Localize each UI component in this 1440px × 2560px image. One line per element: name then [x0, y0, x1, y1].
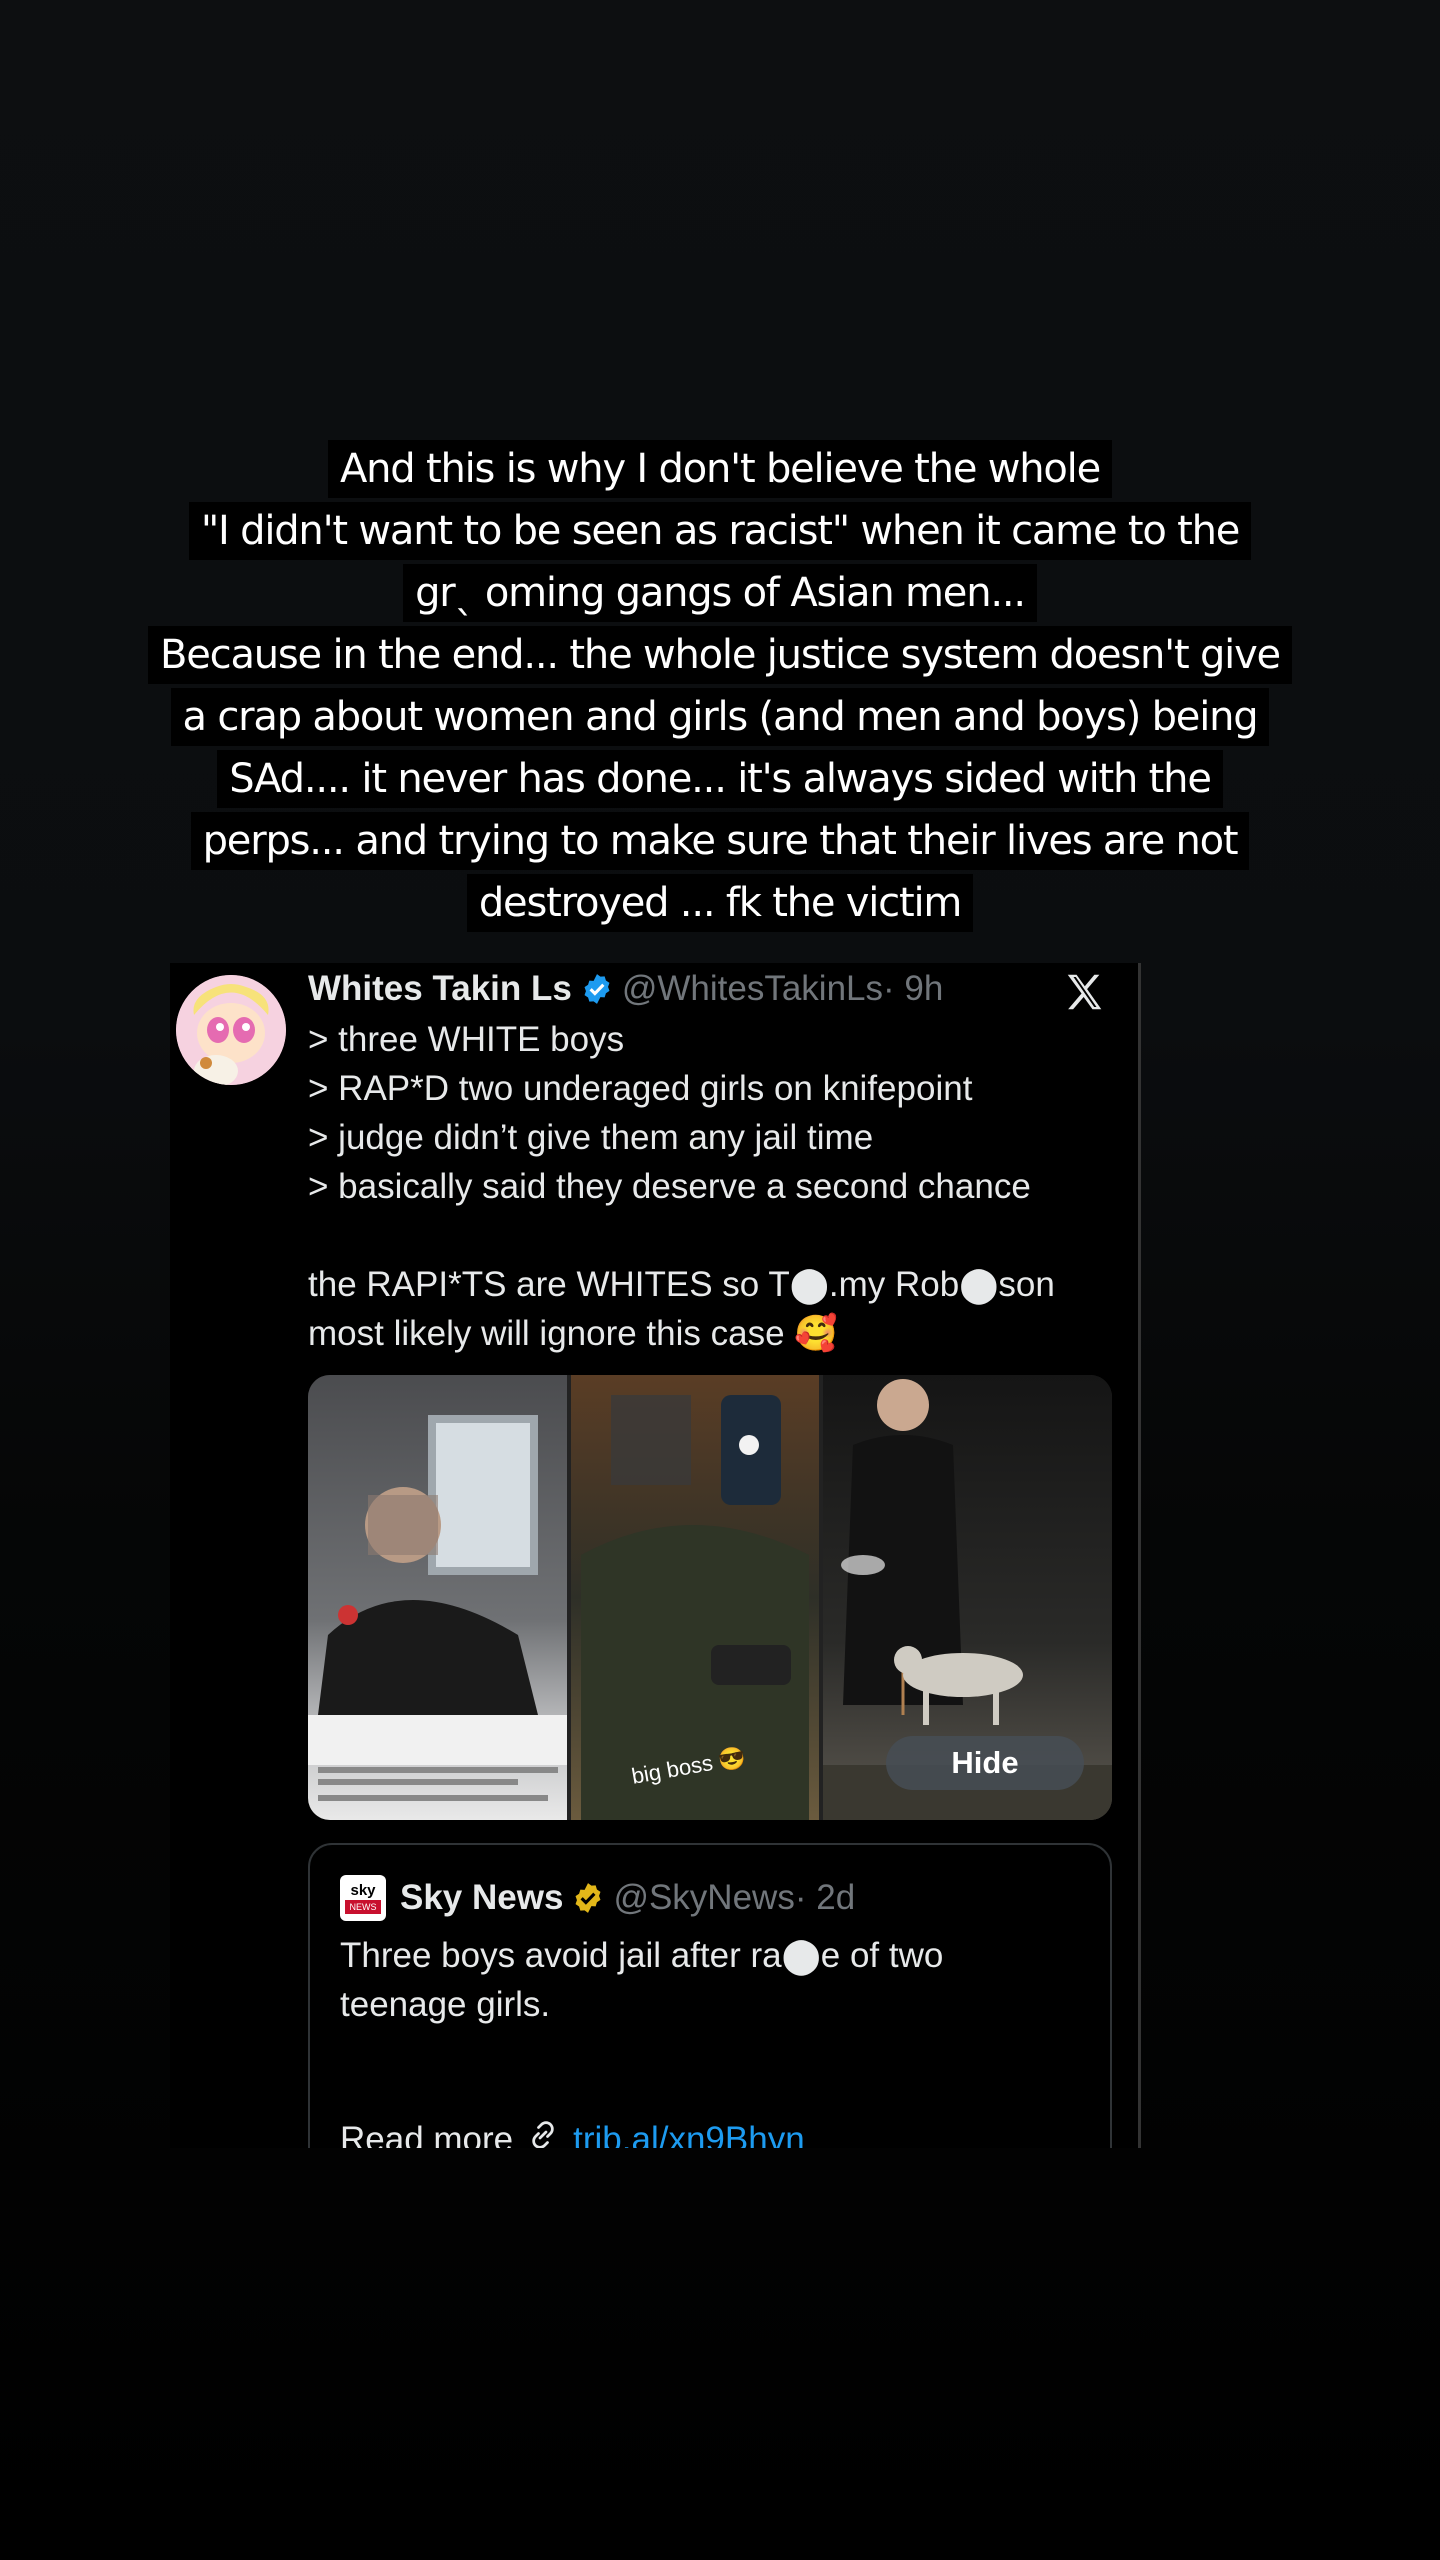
- article-link[interactable]: trib.al/xn9Bhyn: [573, 2120, 805, 2149]
- sky-news-logo: sky NEWS: [340, 1875, 386, 1921]
- quoted-tweet-header: sky NEWS Sky News @SkyNews · 2d: [340, 1873, 855, 1923]
- caption-line: Because in the end... the whole justice …: [148, 626, 1292, 684]
- quoted-tweet[interactable]: sky NEWS Sky News @SkyNews · 2d Three bo…: [308, 1843, 1112, 2148]
- sky-logo-top: sky: [350, 1882, 376, 1899]
- verified-gold-badge-icon: [571, 1881, 605, 1915]
- caption-line: perps... and trying to make sure that th…: [190, 812, 1250, 870]
- caption-line: And this is why I don't believe the whol…: [327, 440, 1113, 498]
- author-avatar[interactable]: [176, 975, 286, 1085]
- tweet-time: · 9h: [883, 969, 944, 1008]
- media-photo-3[interactable]: Hide: [822, 1375, 1112, 1820]
- link-icon: [525, 2117, 561, 2148]
- author-name[interactable]: Whites Takin Ls: [308, 969, 572, 1009]
- quoted-author-name[interactable]: Sky News: [400, 1878, 563, 1918]
- tweet-screenshot[interactable]: Whites Takin Ls @WhitesTakinLs · 9h > th…: [170, 963, 1141, 2148]
- tweet-header: Whites Takin Ls @WhitesTakinLs · 9h: [308, 965, 943, 1013]
- media-photo-1[interactable]: [308, 1375, 568, 1820]
- verified-badge-icon: [580, 972, 614, 1006]
- quoted-tweet-time: · 2d: [794, 1878, 856, 1917]
- quoted-tweet-text: Three boys avoid jail after ra⬤e of two …: [340, 1936, 944, 2024]
- hide-media-button[interactable]: Hide: [885, 1736, 1084, 1790]
- caption-line: destroyed ... fk the victim: [466, 874, 974, 932]
- caption-line: SAd.... it never has done... it's always…: [217, 750, 1223, 808]
- story-caption: And this is why I don't believe the whol…: [0, 438, 1440, 934]
- tweet-media-grid[interactable]: big boss 😎 Hide: [308, 1375, 1112, 1820]
- author-handle[interactable]: @WhitesTakinLs: [622, 969, 883, 1009]
- read-more-label: Read more: [340, 2119, 514, 2149]
- read-more-row: Read more trib.al/xn9Bhyn: [340, 2117, 805, 2148]
- sky-logo-bottom: NEWS: [345, 1900, 381, 1914]
- quoted-author-handle[interactable]: @SkyNews: [613, 1878, 794, 1918]
- media-photo-2[interactable]: big boss 😎: [571, 1375, 819, 1820]
- caption-line: "I didn't want to be seen as racist" whe…: [188, 502, 1252, 560]
- caption-line: a crap about women and girls (and men an…: [170, 688, 1270, 746]
- x-logo-icon: [1062, 969, 1108, 1015]
- caption-line: grˎ oming gangs of Asian men...: [403, 564, 1037, 622]
- tweet-text: > three WHITE boys > RAP*D two underaged…: [308, 1020, 1055, 1353]
